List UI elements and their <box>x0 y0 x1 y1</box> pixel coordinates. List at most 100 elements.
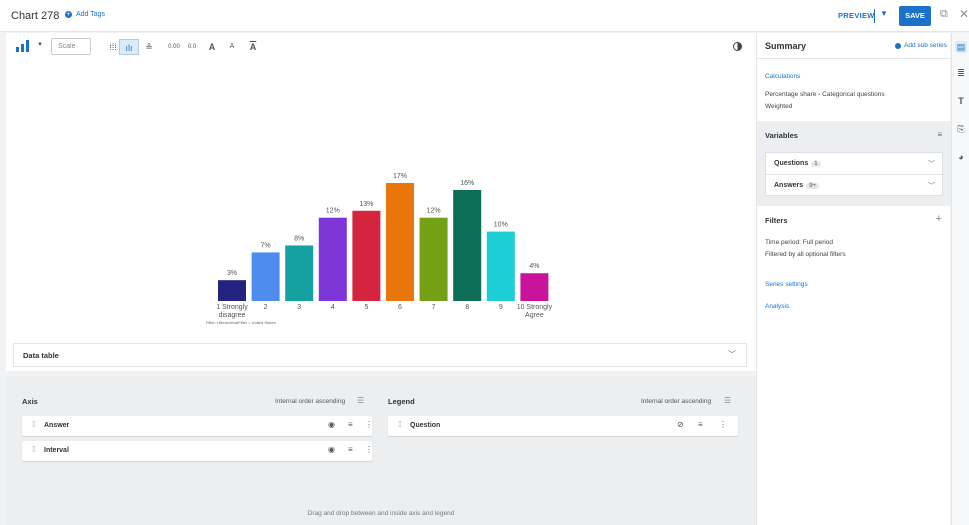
panel-header: Summary Add sub series <box>757 33 951 59</box>
sort-icon[interactable]: ☰ <box>724 396 731 405</box>
eye-off-icon[interactable]: ⊘ <box>677 420 684 429</box>
comment-icon[interactable]: ⎘ <box>955 123 967 135</box>
eye-icon[interactable]: ◉ <box>328 445 335 454</box>
more-icon[interactable]: ⋮ <box>365 445 373 454</box>
grid-icon[interactable]: ⁞⁞⁞ <box>106 39 120 55</box>
text-tab-icon[interactable]: T <box>955 95 967 107</box>
palette-icon[interactable]: ◕ <box>955 151 967 163</box>
calc-line-1: Percentage share - Categorical questions <box>765 91 885 98</box>
data-label: 13% <box>359 201 373 208</box>
questions-label: Questions <box>774 160 809 167</box>
data-table-label: Data table <box>23 351 59 360</box>
data-table-section[interactable]: Data table ﹀ <box>13 343 747 367</box>
series-settings-link[interactable]: Series settings <box>765 281 808 288</box>
category-label: 4 <box>331 304 335 311</box>
bar <box>453 189 482 301</box>
data-label: 7% <box>261 242 271 249</box>
drag-handle-icon[interactable]: ⁞⁞ <box>398 420 402 429</box>
data-label: 3% <box>227 270 237 277</box>
chevron-down-icon[interactable]: ﹀ <box>928 181 935 191</box>
legend-sort-label[interactable]: Internal order ascending <box>641 398 711 405</box>
add-tags-label: Add Tags <box>76 11 106 18</box>
chart-title[interactable]: Chart 278 <box>11 10 59 22</box>
edit-variable-icon[interactable]: ≡ <box>348 420 353 429</box>
category-label: 8 <box>465 304 469 311</box>
close-icon[interactable]: ✕ <box>959 7 969 21</box>
theme-toggle-icon[interactable] <box>733 42 742 51</box>
legend-item-question[interactable]: ⁞⁞ Question ⊘ ≡ ⋮ <box>388 416 738 436</box>
variables-section: Variables ≡ Questions 1 ﹀ Answers 9+ ﹀ <box>757 121 951 206</box>
questions-count-badge: 1 <box>811 161 821 167</box>
variables-list: Questions 1 ﹀ Answers 9+ ﹀ <box>765 152 944 197</box>
edit-variables-icon[interactable]: ≡ <box>937 130 942 139</box>
answers-count-badge: 9+ <box>806 183 820 189</box>
summary-panel: Summary Add sub series Calculations Perc… <box>756 33 951 525</box>
category-label: disagree <box>219 312 246 319</box>
category-label: 1 Strongly <box>216 304 248 311</box>
axis-item-answer[interactable]: ⁞⁞ Answer ◉ ≡ ⋮ <box>22 416 373 436</box>
bar-chart: 3% 1 Stronglydisagree 7% 2 8% 3 12% 4 13% 5 17% 6 12… <box>206 173 553 325</box>
add-tags-button[interactable]: + Add Tags <box>65 11 105 18</box>
add-filter-icon[interactable]: + <box>936 213 942 225</box>
edit-variable-icon[interactable]: ≡ <box>348 445 353 454</box>
axis-item-interval[interactable]: ⁞⁞ Interval ◉ ≡ ⋮ <box>22 441 373 461</box>
data-label: 4% <box>529 263 539 270</box>
filter-line-1: Time period: Full period <box>765 239 834 246</box>
axis-item-label: Interval <box>44 447 69 454</box>
analysis-link[interactable]: Analysis <box>765 303 789 310</box>
expand-icon[interactable]: ⧉ <box>940 8 948 21</box>
category-label: Agree <box>525 312 544 319</box>
decrease-font-button[interactable]: A <box>226 39 238 55</box>
decrease-decimals-button[interactable]: 0.0 <box>186 39 198 55</box>
increase-decimals-button[interactable]: 0.00 <box>166 39 182 55</box>
drag-drop-hint: Drag and drop between and inside axis an… <box>307 510 455 517</box>
text-style-button[interactable]: A <box>247 39 259 55</box>
more-icon[interactable]: ⋮ <box>719 420 727 429</box>
questions-row[interactable]: Questions 1 ﹀ <box>766 153 944 175</box>
preview-dropdown-icon[interactable]: ▼ <box>880 9 888 18</box>
bar <box>218 280 246 301</box>
bar <box>352 210 381 301</box>
category-label: 7 <box>432 304 436 311</box>
scale-input[interactable]: Scale <box>51 38 91 55</box>
data-label: 17% <box>393 173 407 180</box>
data-label: 12% <box>427 208 441 215</box>
chart-toolbar: ▼ Scale ⁞⁞⁞ ılı ≗ 0.00 0.0 A A A <box>6 33 756 61</box>
chevron-down-icon[interactable]: ﹀ <box>928 159 935 169</box>
stack-icon[interactable]: ≗ <box>143 39 155 55</box>
add-sub-series-button[interactable]: Add sub series <box>895 42 947 49</box>
answers-row[interactable]: Answers 9+ ﹀ <box>766 175 944 197</box>
calculations-link[interactable]: Calculations <box>765 73 800 80</box>
chevron-down-icon[interactable]: ﹀ <box>728 349 736 360</box>
edit-variable-icon[interactable]: ≡ <box>698 420 703 429</box>
preview-divider <box>874 9 875 23</box>
filter-note: Filter: HierarchicalFilter = United Stat… <box>206 320 276 325</box>
database-icon[interactable]: ≣ <box>955 67 967 79</box>
sort-icon[interactable]: ☰ <box>357 396 364 405</box>
more-icon[interactable]: ⋮ <box>365 420 373 429</box>
preview-button[interactable]: PREVIEW <box>838 11 875 20</box>
bar <box>318 217 347 301</box>
summary-tab-icon[interactable]: ▤ <box>955 41 967 53</box>
bar <box>486 231 515 301</box>
chart-type-icon[interactable] <box>16 40 34 52</box>
calc-line-2: Weighted <box>765 103 793 110</box>
drag-handle-icon[interactable]: ⁞⁞ <box>32 420 36 429</box>
category-label: 9 <box>499 304 503 311</box>
add-sub-series-label: Add sub series <box>904 42 947 49</box>
filters-title: Filters <box>765 216 788 225</box>
increase-font-button[interactable]: A <box>206 39 218 55</box>
chart-canvas: ▼ Scale ⁞⁞⁞ ılı ≗ 0.00 0.0 A A A 3% 1 Str… <box>6 33 756 371</box>
filter-line-2: Filtered by all optional filters <box>765 251 846 258</box>
category-label: 10 Strongly <box>517 304 553 311</box>
bar <box>419 217 448 301</box>
axis-sort-label[interactable]: Internal order ascending <box>275 398 345 405</box>
category-label: 6 <box>398 304 402 311</box>
bar-labels-icon[interactable]: ılı <box>119 39 139 55</box>
eye-icon[interactable]: ◉ <box>328 420 335 429</box>
drag-handle-icon[interactable]: ⁞⁞ <box>32 445 36 454</box>
save-button[interactable]: SAVE <box>899 6 931 26</box>
chart-type-dropdown-icon[interactable]: ▼ <box>37 42 43 48</box>
plus-circle-icon <box>895 42 901 49</box>
category-label: 2 <box>264 304 268 311</box>
